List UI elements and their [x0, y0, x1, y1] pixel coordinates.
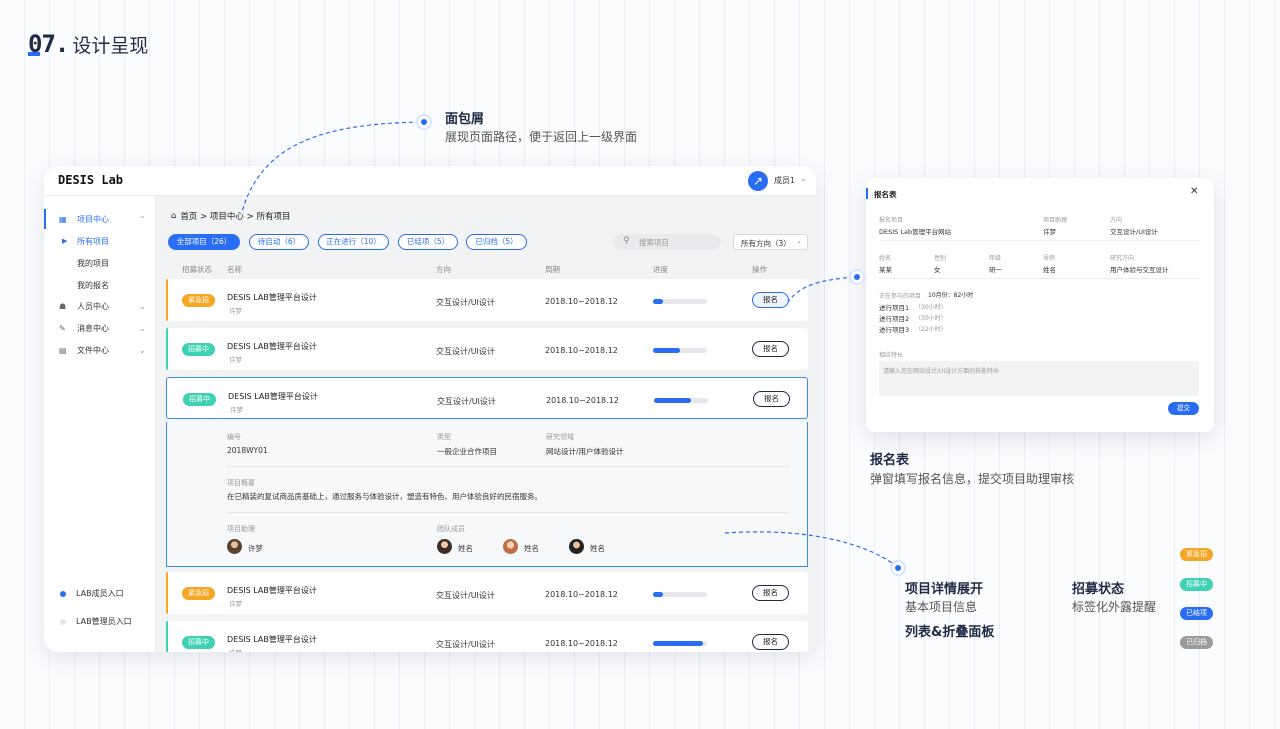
annotation-status-subtitle: 标签化外露提醒	[1072, 600, 1157, 614]
annotation-detail-subtitle: 基本项目信息	[905, 600, 978, 614]
callout-dot	[892, 562, 904, 574]
callout-line-breadcrumb	[241, 121, 421, 213]
legend-tag-archived: 已归档	[1180, 636, 1213, 649]
legend-tag-recruiting: 招募中	[1180, 578, 1213, 591]
annotation-status-title: 招募状态	[1072, 582, 1125, 597]
annotation-detail-title: 项目详情展开	[905, 582, 984, 597]
annotation-form-title: 报名表	[870, 453, 910, 468]
callout-line-form	[787, 276, 855, 303]
annotation-breadcrumb-subtitle: 展现页面路径，便于返回上一级界面	[445, 130, 638, 144]
annotation-detail-title-2: 列表&折叠面板	[905, 625, 995, 640]
callout-dot	[851, 271, 863, 283]
callout-line-detail	[724, 531, 896, 566]
annotation-form-subtitle: 弹窗填写报名信息，提交项目助理审核	[870, 472, 1075, 486]
legend-tag-closed: 已结项	[1180, 607, 1213, 620]
annotation-breadcrumb-title: 面包屑	[445, 112, 485, 127]
callout-lines	[241, 121, 896, 566]
legend-tag-urgent: 紧急招	[1180, 548, 1213, 561]
callout-dot	[418, 116, 430, 128]
